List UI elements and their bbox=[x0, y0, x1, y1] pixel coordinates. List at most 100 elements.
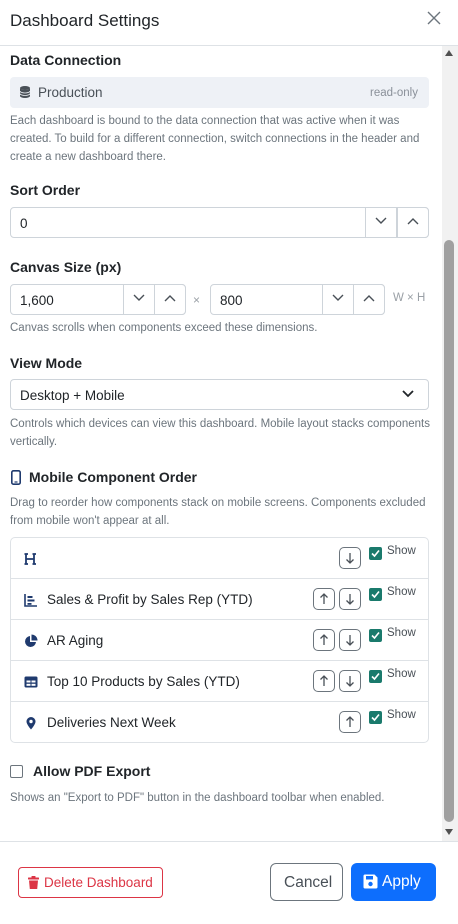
close-icon[interactable] bbox=[424, 8, 444, 28]
database-icon bbox=[19, 85, 31, 98]
list-item[interactable]: Show bbox=[11, 538, 428, 579]
arrow-down-icon bbox=[346, 635, 354, 646]
mobile-phone-icon bbox=[11, 470, 21, 485]
trash-icon bbox=[28, 876, 39, 889]
component-name: AR Aging bbox=[47, 633, 104, 648]
data-connection-help: Each dashboard is bound to the data conn… bbox=[10, 115, 420, 163]
arrow-up-icon bbox=[320, 634, 328, 645]
show-label: Show bbox=[387, 586, 416, 598]
times-separator: × bbox=[193, 293, 201, 307]
chevron-up-icon bbox=[407, 218, 419, 225]
canvas-height-decrement-button[interactable] bbox=[322, 284, 354, 315]
view-mode-select[interactable]: Desktop + Mobile bbox=[10, 379, 429, 410]
sort-order-label: Sort Order bbox=[10, 182, 81, 198]
chevron-up-icon bbox=[164, 295, 176, 302]
arrow-down-icon bbox=[346, 594, 354, 605]
chevron-down-icon bbox=[375, 217, 387, 224]
mobile-component-list: Show Sales & Profit by Sales Rep (YTD) S… bbox=[10, 537, 429, 743]
dialog-footer: Delete Dashboard Cancel Apply bbox=[0, 841, 458, 924]
dialog-body: Data Connection Production read-only Eac… bbox=[0, 46, 442, 841]
arrow-up-icon bbox=[346, 716, 354, 727]
view-mode-help: Controls which devices can view this das… bbox=[10, 418, 430, 448]
show-label: Show bbox=[387, 668, 416, 680]
chevron-down-icon bbox=[332, 294, 344, 301]
bar-chart-icon bbox=[24, 593, 38, 607]
show-checkbox[interactable] bbox=[369, 588, 382, 601]
mobile-order-label: Mobile Component Order bbox=[29, 469, 197, 485]
canvas-height-value: 800 bbox=[220, 293, 243, 308]
apply-button[interactable]: Apply bbox=[351, 863, 436, 901]
move-down-button[interactable] bbox=[339, 670, 361, 692]
canvas-width-decrement-button[interactable] bbox=[123, 284, 155, 315]
checkmark-icon bbox=[371, 713, 380, 722]
arrow-down-icon bbox=[346, 553, 354, 564]
cancel-label: Cancel bbox=[284, 874, 333, 891]
arrow-down-icon bbox=[346, 676, 354, 687]
canvas-size-help: Canvas scrolls when components exceed th… bbox=[10, 322, 318, 334]
list-item[interactable]: AR Aging Show bbox=[11, 620, 428, 661]
dialog-header: Dashboard Settings bbox=[0, 0, 458, 46]
scrollbar-thumb[interactable] bbox=[444, 240, 454, 822]
heading-icon bbox=[24, 552, 38, 566]
data-connection-label: Data Connection bbox=[10, 52, 122, 68]
cancel-button[interactable]: Cancel bbox=[270, 863, 343, 901]
checkmark-icon bbox=[371, 631, 380, 640]
checkmark-icon bbox=[371, 590, 380, 599]
dialog-title: Dashboard Settings bbox=[10, 11, 160, 30]
table-icon bbox=[24, 675, 38, 689]
allow-pdf-export-help: Shows an "Export to PDF" button in the d… bbox=[10, 792, 385, 804]
view-mode-label: View Mode bbox=[10, 355, 83, 371]
apply-label: Apply bbox=[382, 873, 421, 890]
canvas-size-label: Canvas Size (px) bbox=[10, 259, 122, 275]
show-label: Show bbox=[387, 545, 416, 557]
list-item[interactable]: Sales & Profit by Sales Rep (YTD) Show bbox=[11, 579, 428, 620]
delete-dashboard-label: Delete Dashboard bbox=[44, 875, 153, 890]
move-up-button[interactable] bbox=[313, 670, 335, 692]
view-mode-value: Desktop + Mobile bbox=[20, 388, 125, 403]
move-up-button[interactable] bbox=[313, 629, 335, 651]
arrow-up-icon bbox=[320, 593, 328, 604]
move-down-button[interactable] bbox=[339, 629, 361, 651]
chevron-down-icon bbox=[402, 390, 414, 398]
component-name: Top 10 Products by Sales (YTD) bbox=[47, 674, 240, 689]
sort-order-increment-button[interactable] bbox=[397, 207, 429, 238]
checkmark-icon bbox=[371, 549, 380, 558]
delete-dashboard-button[interactable]: Delete Dashboard bbox=[18, 867, 163, 898]
sort-order-value: 0 bbox=[20, 216, 28, 231]
move-up-button[interactable] bbox=[313, 588, 335, 610]
move-down-button[interactable] bbox=[339, 547, 361, 569]
scroll-up-arrow-icon[interactable] bbox=[445, 50, 453, 56]
checkmark-icon bbox=[371, 672, 380, 681]
list-item[interactable]: Deliveries Next Week Show bbox=[11, 702, 428, 743]
pie-chart-icon bbox=[24, 634, 38, 648]
component-name: Deliveries Next Week bbox=[47, 715, 176, 730]
allow-pdf-export-label[interactable]: Allow PDF Export bbox=[33, 763, 150, 779]
show-checkbox[interactable] bbox=[369, 670, 382, 683]
show-label: Show bbox=[387, 627, 416, 639]
move-down-button[interactable] bbox=[339, 588, 361, 610]
wh-hint: W × H bbox=[393, 292, 426, 304]
show-label: Show bbox=[387, 709, 416, 721]
show-checkbox[interactable] bbox=[369, 547, 382, 560]
mobile-order-help: Drag to reorder how components stack on … bbox=[10, 497, 426, 527]
read-only-badge: read-only bbox=[370, 87, 418, 99]
canvas-height-increment-button[interactable] bbox=[353, 284, 385, 315]
sort-order-decrement-button[interactable] bbox=[365, 207, 397, 238]
chevron-up-icon bbox=[363, 295, 375, 302]
show-checkbox[interactable] bbox=[369, 629, 382, 642]
chevron-down-icon bbox=[133, 294, 145, 301]
sort-order-input[interactable]: 0 bbox=[10, 207, 429, 238]
canvas-width-input[interactable]: 1,600 bbox=[10, 284, 186, 315]
move-up-button[interactable] bbox=[339, 711, 361, 733]
allow-pdf-export-checkbox[interactable] bbox=[10, 765, 23, 778]
data-connection-value: Production bbox=[38, 85, 103, 100]
save-icon bbox=[363, 874, 378, 889]
component-name: Sales & Profit by Sales Rep (YTD) bbox=[47, 592, 253, 607]
map-pin-icon bbox=[24, 716, 38, 730]
canvas-width-value: 1,600 bbox=[20, 293, 54, 308]
canvas-width-increment-button[interactable] bbox=[154, 284, 186, 315]
list-item[interactable]: Top 10 Products by Sales (YTD) Show bbox=[11, 661, 428, 702]
scroll-down-arrow-icon[interactable] bbox=[445, 829, 453, 835]
canvas-height-input[interactable]: 800 bbox=[210, 284, 385, 315]
show-checkbox[interactable] bbox=[369, 711, 382, 724]
